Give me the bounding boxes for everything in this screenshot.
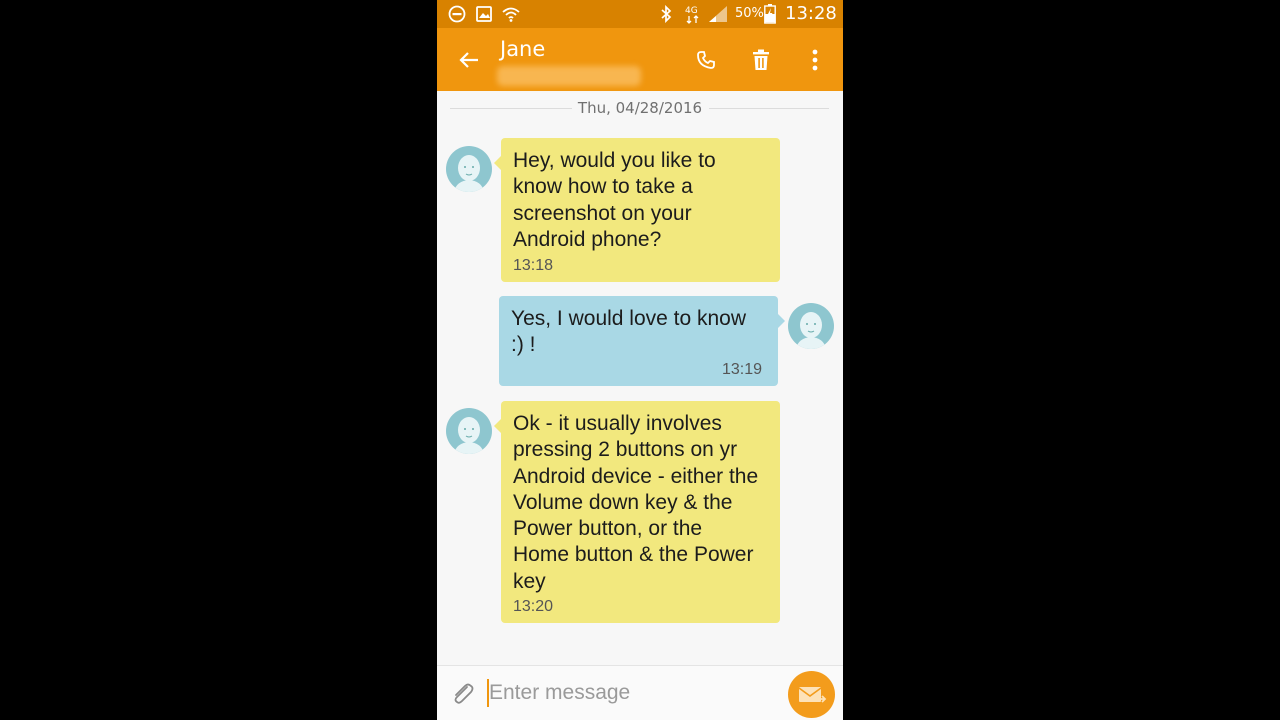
battery-charging-icon: [764, 4, 776, 24]
bluetooth-icon: [656, 4, 676, 24]
my-avatar[interactable]: [788, 303, 834, 349]
contact-number-redacted: [497, 66, 641, 86]
app-bar: Jane: [437, 28, 843, 91]
network-4g-icon: 4G: [684, 4, 706, 24]
message-time: 13:20: [513, 598, 554, 615]
wifi-icon: [501, 4, 521, 24]
status-time: 13:28: [785, 3, 837, 24]
message-bubble-incoming[interactable]: Ok - it usually involves pressing 2 butt…: [494, 401, 780, 623]
message-text: Yes, I would love to know :) !: [511, 307, 747, 357]
conversation-date: Thu, 04/28/2016: [577, 99, 703, 117]
message-time: 13:18: [513, 257, 554, 274]
message-placeholder: Enter message: [489, 681, 631, 704]
bubble-tail: [494, 156, 501, 170]
person-avatar-icon: [454, 155, 484, 192]
contact-name[interactable]: Jane: [500, 37, 545, 61]
back-button[interactable]: [455, 46, 483, 74]
bubble-tail: [778, 314, 785, 328]
svg-text:4G: 4G: [685, 6, 698, 16]
back-arrow-icon: [459, 52, 478, 68]
person-avatar-icon: [454, 417, 484, 454]
bubble-tail: [494, 419, 501, 433]
send-button[interactable]: [788, 671, 835, 718]
signal-icon: [708, 4, 728, 24]
status-bar: 4G 50% 13:28: [437, 0, 843, 28]
send-message-icon: [798, 686, 826, 703]
more-vert-icon: [812, 49, 818, 71]
call-button[interactable]: [690, 44, 722, 76]
date-divider: Thu, 04/28/2016: [437, 97, 843, 121]
message-bubble-incoming[interactable]: Hey, would you like to know how to take …: [494, 138, 780, 282]
paperclip-icon: [454, 683, 474, 704]
message-time: 13:19: [721, 361, 762, 378]
trash-icon: [753, 49, 769, 70]
message-text: Ok - it usually involves pressing 2 butt…: [513, 412, 759, 593]
more-options-button[interactable]: [799, 44, 831, 76]
phone-icon: [697, 51, 715, 69]
contact-avatar[interactable]: [446, 146, 492, 192]
message-text: Hey, would you like to know how to take …: [513, 149, 716, 251]
delete-button[interactable]: [745, 44, 777, 76]
do-not-disturb-icon: [447, 4, 467, 24]
contact-avatar[interactable]: [446, 408, 492, 454]
battery-percent: 50%: [735, 6, 764, 21]
image-notification-icon: [474, 4, 494, 24]
person-avatar-icon: [796, 312, 826, 349]
phone-screen: 4G 50% 13:28 Jane Thu, 04/28/2016 Hey, w…: [437, 0, 843, 720]
text-cursor: [487, 679, 489, 707]
message-bubble-outgoing[interactable]: Yes, I would love to know :) ! 13:19: [499, 296, 785, 386]
attach-button[interactable]: [447, 678, 479, 710]
message-composer: Enter message: [437, 665, 843, 720]
